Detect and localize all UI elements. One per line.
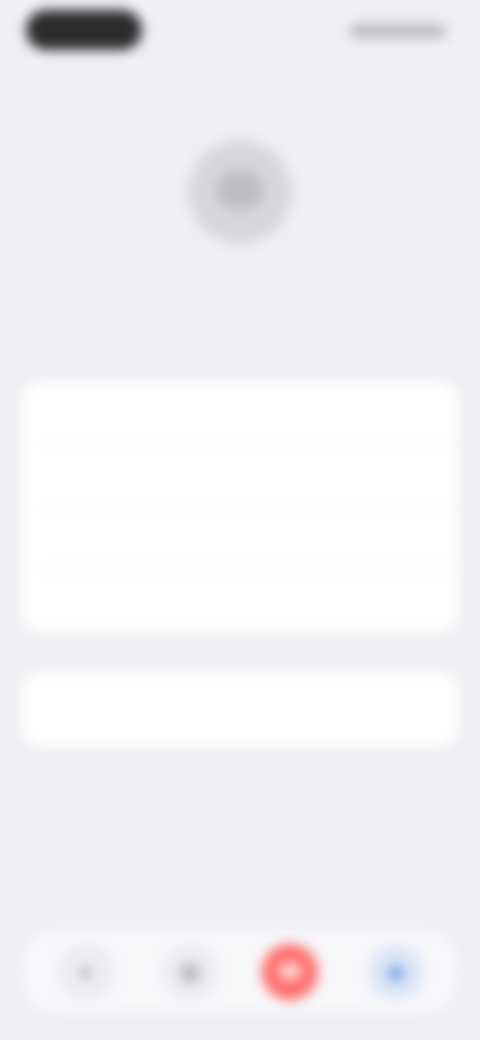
dock-button-3[interactable]: ☎ [262,944,318,1000]
status-icons [350,24,446,38]
menu-item[interactable] [22,444,458,506]
dock-button-4[interactable]: ◉ [368,944,424,1000]
person-icon [216,170,264,210]
sign-out-button[interactable] [22,672,458,746]
phone-icon: ☎ [276,959,304,984]
dock-button-1[interactable]: ● [58,944,114,1000]
person-icon: ● [79,959,93,984]
chat-icon: ◉ [386,959,406,984]
screen: ● ▦ ☎ ◉ [0,0,480,1040]
menu-item[interactable] [22,568,458,630]
dynamic-island [26,10,142,50]
menu-item[interactable] [22,382,458,444]
grid-icon: ▦ [179,959,201,984]
menu-item[interactable] [22,506,458,568]
dock-button-2[interactable]: ▦ [162,944,218,1000]
